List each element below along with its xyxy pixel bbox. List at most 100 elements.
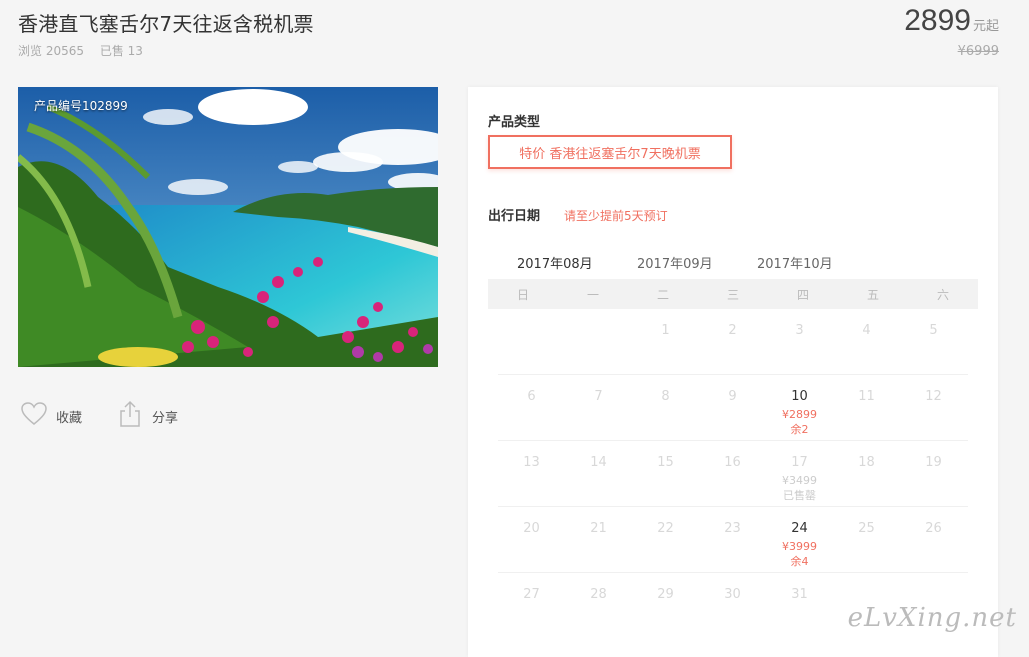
calendar-day: 20 bbox=[498, 507, 565, 572]
calendar-day: 27 bbox=[498, 573, 565, 638]
calendar-day: 18 bbox=[833, 441, 900, 506]
day-number: 24 bbox=[791, 521, 808, 536]
calendar-week: 6 7 8 9 10 ¥2899 余2 11 12 bbox=[498, 375, 968, 441]
weekday-label: 三 bbox=[726, 287, 739, 302]
day-number: 9 bbox=[728, 389, 737, 404]
calendar-day: 31 bbox=[766, 573, 833, 638]
day-number bbox=[833, 587, 900, 603]
day-number: 2 bbox=[728, 323, 737, 338]
day-number: 23 bbox=[724, 521, 741, 536]
favorite-label: 收藏 bbox=[56, 410, 83, 426]
calendar-day: 3 bbox=[766, 309, 833, 374]
day-number: 16 bbox=[724, 455, 741, 470]
calendar-day: 2 bbox=[699, 309, 766, 374]
day-number bbox=[565, 323, 632, 339]
day-number: 13 bbox=[523, 455, 540, 470]
weekday-header: 日 一 二 三 四 五 六 bbox=[488, 279, 978, 309]
calendar-day bbox=[498, 309, 565, 374]
day-number: 18 bbox=[858, 455, 875, 470]
sold-count: 已售 13 bbox=[99, 44, 143, 58]
heart-icon bbox=[20, 400, 48, 432]
calendar-day: 22 bbox=[632, 507, 699, 572]
day-number: 1 bbox=[661, 323, 670, 338]
tab-2017-10[interactable]: 2017年10月 bbox=[757, 253, 833, 279]
calendar-day: 17 ¥3499 已售罄 bbox=[766, 441, 833, 506]
calendar-day: 28 bbox=[565, 573, 632, 638]
favorite-button[interactable]: 收藏 bbox=[20, 400, 82, 432]
day-remaining: 余2 bbox=[790, 423, 809, 436]
calendar-day: 15 bbox=[632, 441, 699, 506]
day-number: 28 bbox=[590, 587, 607, 602]
day-number: 10 bbox=[791, 389, 808, 404]
day-number: 8 bbox=[661, 389, 670, 404]
day-number: 20 bbox=[523, 521, 540, 536]
calendar-week: 20 21 22 23 24 ¥3999 余4 25 26 bbox=[498, 507, 968, 573]
original-price: ¥6999 bbox=[957, 44, 999, 59]
calendar-day bbox=[565, 309, 632, 374]
day-number: 31 bbox=[791, 587, 808, 602]
calendar-day: 9 bbox=[699, 375, 766, 440]
day-number: 15 bbox=[657, 455, 674, 470]
day-number: 25 bbox=[858, 521, 875, 536]
share-icon bbox=[116, 400, 144, 432]
day-price: ¥2899 bbox=[782, 408, 817, 421]
day-number bbox=[900, 587, 967, 603]
share-label: 分享 bbox=[152, 410, 179, 426]
tab-2017-09[interactable]: 2017年09月 bbox=[637, 253, 713, 279]
calendar-day: 4 bbox=[833, 309, 900, 374]
price-unit: 元起 bbox=[972, 19, 999, 34]
weekday-label: 五 bbox=[866, 287, 879, 302]
calendar-day: 12 bbox=[900, 375, 967, 440]
month-tabs: 2017年08月 2017年09月 2017年10月 bbox=[488, 247, 978, 282]
weekday-label: 日 bbox=[516, 287, 529, 302]
weekday-label: 一 bbox=[586, 287, 599, 302]
day-number: 21 bbox=[590, 521, 607, 536]
booking-hint: 请至少提前5天预订 bbox=[564, 209, 668, 223]
day-price: ¥3999 bbox=[782, 540, 817, 553]
calendar-day: 14 bbox=[565, 441, 632, 506]
product-title: 香港直飞塞舌尔7天往返含税机票 bbox=[18, 12, 314, 36]
tab-2017-08[interactable]: 2017年08月 bbox=[517, 253, 593, 282]
calendar-day: 11 bbox=[833, 375, 900, 440]
calendar-day: 21 bbox=[565, 507, 632, 572]
watermark: eLvXing.net bbox=[847, 603, 1017, 633]
weekday-label: 二 bbox=[656, 287, 669, 302]
day-number: 17 bbox=[791, 455, 808, 470]
calendar-grid: 1 2 3 4 5 6 7 8 9 10 ¥2899 余2 11 12 13 14 15 16 17 ¥3499 已售罄… bbox=[488, 309, 978, 638]
action-bar: 收藏 分享 bbox=[20, 400, 178, 432]
calendar-day: 25 bbox=[833, 507, 900, 572]
day-number: 27 bbox=[523, 587, 540, 602]
calendar-day: 19 bbox=[900, 441, 967, 506]
product-type-option[interactable]: 特价 香港往返塞舌尔7天晚机票 bbox=[488, 135, 732, 169]
calendar-day: 8 bbox=[632, 375, 699, 440]
day-number: 7 bbox=[594, 389, 603, 404]
calendar-day: 16 bbox=[699, 441, 766, 506]
calendar-day[interactable]: 10 ¥2899 余2 bbox=[766, 375, 833, 440]
view-count: 浏览 20565 bbox=[18, 44, 84, 58]
share-button[interactable]: 分享 bbox=[116, 400, 178, 432]
calendar: 日 一 二 三 四 五 六 1 2 3 4 5 6 7 8 9 10 ¥2899 余2 11 12 13 14… bbox=[488, 279, 978, 638]
product-type-label: 产品类型 bbox=[488, 115, 541, 130]
day-number: 30 bbox=[724, 587, 741, 602]
calendar-day[interactable]: 24 ¥3999 余4 bbox=[766, 507, 833, 572]
day-number bbox=[498, 323, 565, 339]
calendar-day: 23 bbox=[699, 507, 766, 572]
day-remaining: 余4 bbox=[790, 555, 809, 568]
calendar-day: 1 bbox=[632, 309, 699, 374]
calendar-day: 29 bbox=[632, 573, 699, 638]
day-number: 12 bbox=[925, 389, 942, 404]
calendar-week: 1 2 3 4 5 bbox=[498, 309, 968, 375]
day-remaining: 已售罄 bbox=[783, 489, 816, 502]
calendar-day: 7 bbox=[565, 375, 632, 440]
day-number: 6 bbox=[527, 389, 536, 404]
day-number: 3 bbox=[795, 323, 804, 338]
hero-image: 产品编号102899 bbox=[18, 87, 438, 367]
calendar-day: 30 bbox=[699, 573, 766, 638]
travel-date-label: 出行日期 bbox=[488, 209, 541, 224]
day-number: 22 bbox=[657, 521, 674, 536]
calendar-week: 13 14 15 16 17 ¥3499 已售罄 18 19 bbox=[498, 441, 968, 507]
booking-panel: 产品类型 特价 香港往返塞舌尔7天晚机票 出行日期 请至少提前5天预订 2017… bbox=[468, 87, 998, 657]
calendar-day: 6 bbox=[498, 375, 565, 440]
day-number: 4 bbox=[862, 323, 871, 338]
price-box: 2899 元起 ¥6999 bbox=[904, 4, 999, 59]
